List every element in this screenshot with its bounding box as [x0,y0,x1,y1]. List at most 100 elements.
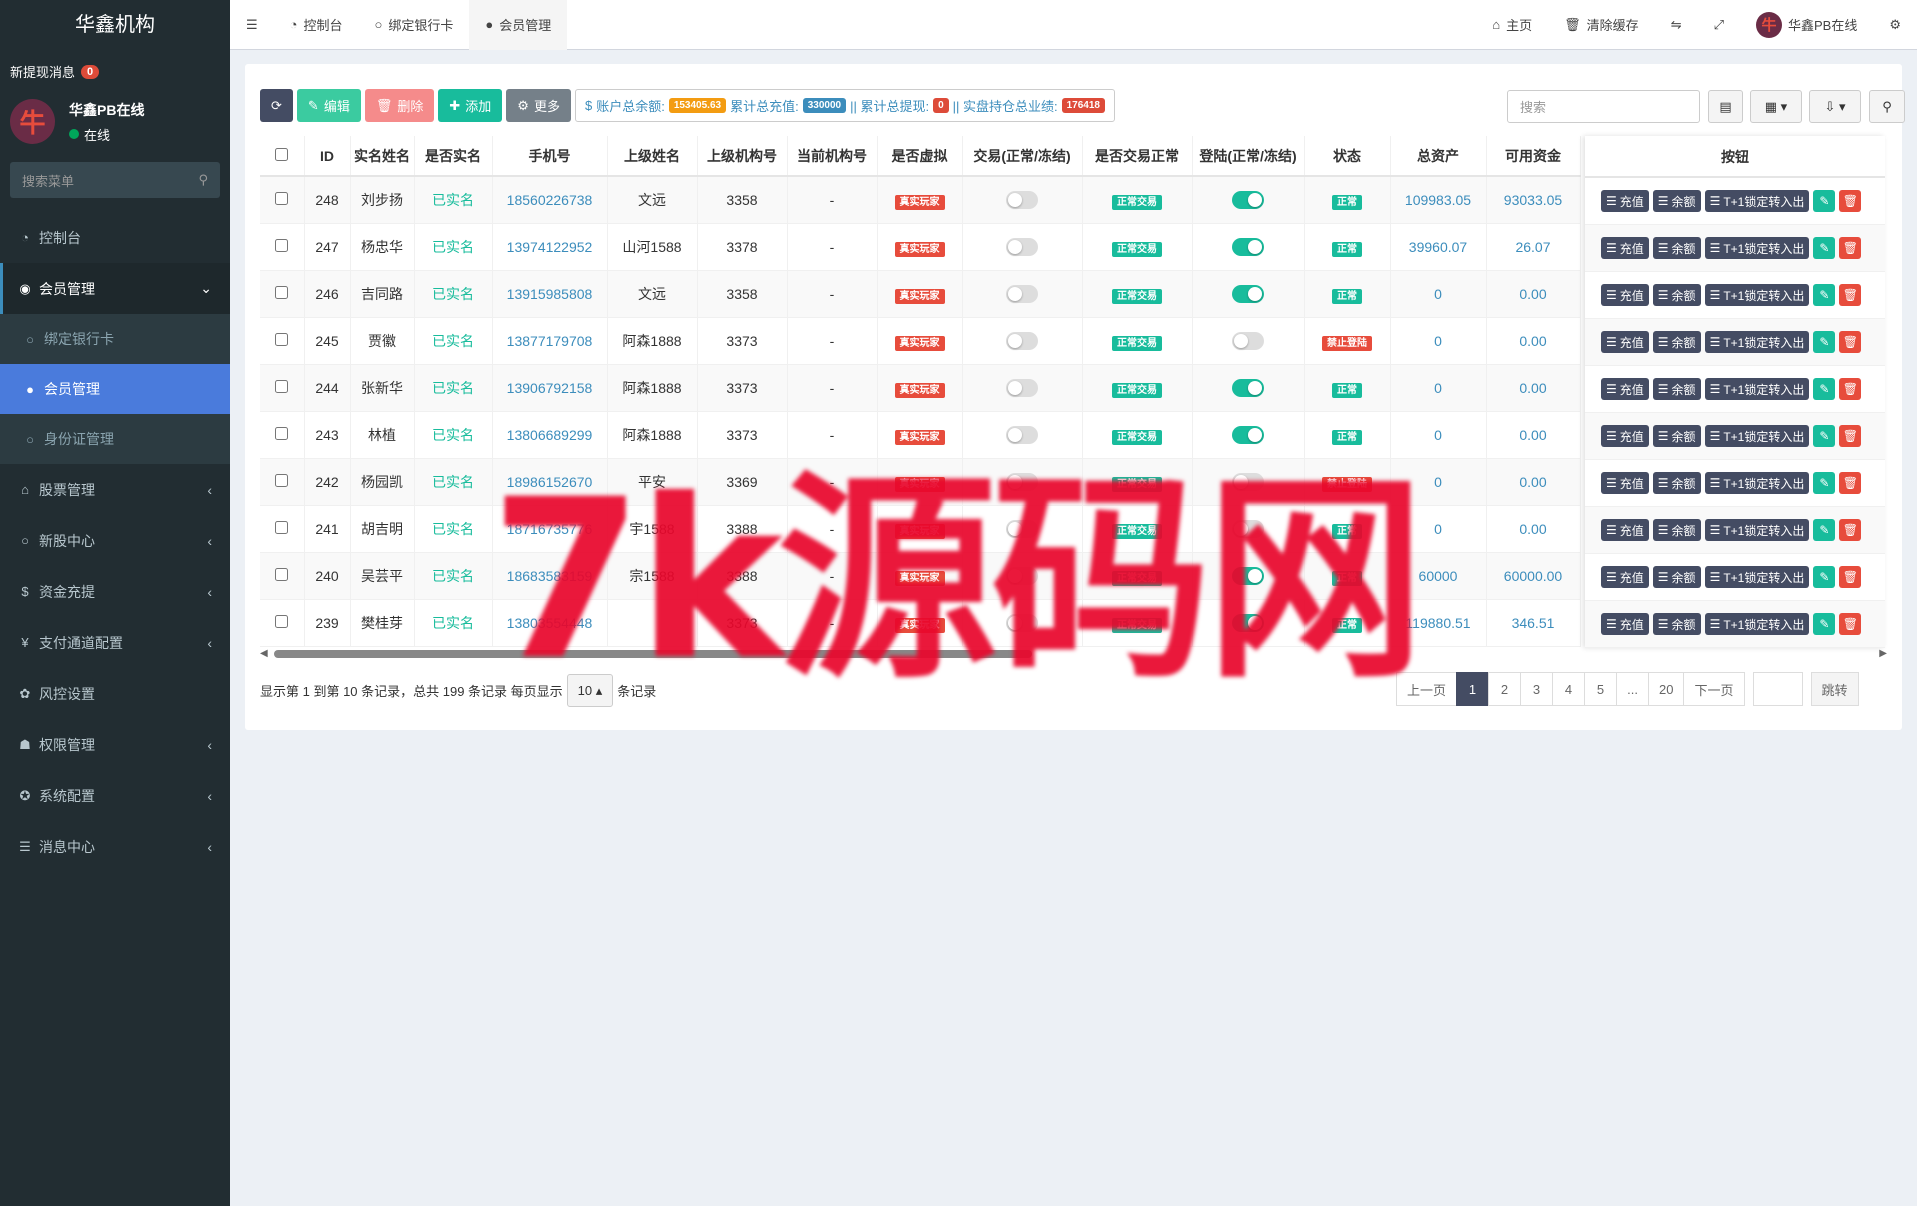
cell-phone[interactable]: 13974122952 [492,223,608,271]
table-row[interactable]: 245 贾徽 已实名 13877179708 阿森1888 3373- 真实玩家 正常交易 禁止… [260,317,1581,365]
row-delete-button[interactable]: 🗑 [1839,237,1862,259]
login-toggle[interactable] [1232,472,1264,491]
row-delete-button[interactable]: 🗑 [1839,519,1862,541]
login-toggle[interactable] [1232,378,1264,397]
page-button[interactable]: 4 [1552,672,1586,706]
row-delete-button[interactable]: 🗑 [1839,190,1862,212]
cell-phone[interactable]: 18683583159 [492,552,608,600]
sidebar-item-messages[interactable]: ☰ 消息中心 ‹ [0,821,230,872]
login-toggle[interactable] [1232,284,1264,303]
sidebar-item-member-mgmt[interactable]: ◉ 会员管理 ⌄ [0,263,230,314]
trade-toggle[interactable] [1006,284,1038,303]
row-edit-button[interactable]: ✎ [1813,190,1836,212]
scroll-left-icon[interactable]: ◀ [260,648,268,659]
cell-phone[interactable]: 18986152670 [492,458,608,506]
trade-toggle[interactable] [1006,425,1038,444]
row-edit-button[interactable]: ✎ [1813,331,1836,353]
recharge-button[interactable]: ☰ 充值 [1601,284,1649,306]
balance-button[interactable]: ☰ 余额 [1652,237,1701,259]
row-checkbox[interactable] [275,614,289,628]
page-button[interactable]: 3 [1520,672,1554,706]
table-row[interactable]: 239 樊桂芽 已实名 13803554448 3373- 真实玩家 正常交易 正常 11988… [260,599,1581,647]
col-header[interactable]: ID [304,136,351,177]
recharge-button[interactable]: ☰ 充值 [1601,519,1649,541]
t1-lock-button[interactable]: ☰ T+1锁定转入出 [1704,519,1810,541]
recharge-button[interactable]: ☰ 充值 [1601,425,1649,447]
export-button[interactable]: ⇩ ▾ [1809,90,1861,123]
t1-lock-button[interactable]: ☰ T+1锁定转入出 [1704,284,1810,306]
page-size-select[interactable]: 10 ▴ [566,674,614,707]
login-toggle[interactable] [1232,331,1264,350]
table-row[interactable]: 240 吴芸平 已实名 18683583159 宗1588 3388- 真实玩家 正常交易 正常… [260,552,1581,600]
sidebar-item-ipo[interactable]: ○ 新股中心 ‹ [0,515,230,566]
page-button[interactable]: 20 [1648,672,1685,706]
login-toggle[interactable] [1232,566,1264,585]
sidebar-item-members[interactable]: ● 会员管理 [0,364,230,414]
cell-phone[interactable]: 13806689299 [492,411,608,459]
row-checkbox[interactable] [275,520,289,534]
sidebar-item-risk[interactable]: ✿ 风控设置 [0,668,230,719]
row-edit-button[interactable]: ✎ [1813,284,1836,306]
cell-phone[interactable]: 18716735776 [492,505,608,553]
row-edit-button[interactable]: ✎ [1813,472,1836,494]
brand-logo[interactable]: 华鑫机构 [0,0,230,50]
login-toggle[interactable] [1232,425,1264,444]
t1-lock-button[interactable]: ☰ T+1锁定转入出 [1704,237,1810,259]
table-search-input[interactable]: 搜索 [1507,90,1700,123]
language-button[interactable]: ⇋ [1655,0,1698,50]
login-toggle[interactable] [1232,190,1264,209]
user-menu[interactable]: 牛华鑫PB在线 [1740,0,1873,50]
balance-button[interactable]: ☰ 余额 [1652,331,1701,353]
more-button[interactable]: ⚙ 更多 [506,89,571,122]
table-row[interactable]: 241 胡吉明 已实名 18716735776 宇1588 3388- 真实玩家 正常交易 正常… [260,505,1581,553]
t1-lock-button[interactable]: ☰ T+1锁定转入出 [1704,472,1810,494]
balance-button[interactable]: ☰ 余额 [1652,284,1701,306]
jump-page-input[interactable] [1752,672,1803,706]
row-edit-button[interactable]: ✎ [1813,378,1836,400]
row-edit-button[interactable]: ✎ [1813,237,1836,259]
row-delete-button[interactable]: 🗑 [1839,472,1862,494]
balance-button[interactable]: ☰ 余额 [1652,566,1701,588]
row-checkbox[interactable] [275,285,289,299]
sidebar-item-id-card[interactable]: ○ 身份证管理 [0,414,230,464]
login-toggle[interactable] [1232,613,1264,632]
cell-phone[interactable]: 13915985808 [492,270,608,318]
row-checkbox[interactable] [275,238,289,252]
search-button[interactable]: ⚲ [1869,90,1905,123]
balance-button[interactable]: ☰ 余额 [1652,519,1701,541]
row-edit-button[interactable]: ✎ [1813,613,1836,635]
trade-toggle[interactable] [1006,378,1038,397]
recharge-button[interactable]: ☰ 充值 [1601,472,1649,494]
balance-button[interactable]: ☰ 余额 [1652,378,1701,400]
row-delete-button[interactable]: 🗑 [1839,613,1862,635]
sidebar-item-payment[interactable]: ¥ 支付通道配置 ‹ [0,617,230,668]
cell-phone[interactable]: 13803554448 [492,599,608,647]
table-row[interactable]: 247 杨忠华 已实名 13974122952 山河1588 3378- 真实玩家 正常交易 正… [260,223,1581,271]
tab-members[interactable]: ● 会员管理 [469,0,568,50]
next-page-button[interactable]: 下一页 [1683,672,1745,706]
row-delete-button[interactable]: 🗑 [1839,425,1862,447]
fullscreen-button[interactable]: ⤢ [1698,0,1740,50]
table-row[interactable]: 243 林植 已实名 13806689299 阿森1888 3373- 真实玩家 正常交易 正常… [260,411,1581,459]
trade-toggle[interactable] [1006,566,1038,585]
tab-dashboard[interactable]: ◔ 控制台 [274,0,359,50]
edit-button[interactable]: ✎ 编辑 [296,89,361,122]
trade-toggle[interactable] [1006,190,1038,209]
t1-lock-button[interactable]: ☰ T+1锁定转入出 [1704,613,1810,635]
horizontal-scrollbar[interactable]: ◀ ▶ [260,648,1887,659]
jump-button[interactable]: 跳转 [1810,672,1859,706]
sidebar-item-system[interactable]: ✪ 系统配置 ‹ [0,770,230,821]
row-delete-button[interactable]: 🗑 [1839,331,1862,353]
recharge-button[interactable]: ☰ 充值 [1601,378,1649,400]
row-checkbox[interactable] [275,473,289,487]
row-edit-button[interactable]: ✎ [1813,519,1836,541]
table-row[interactable]: 246 吉同路 已实名 13915985808 文远 3358- 真实玩家 正常交易 正常 0 0.… [260,270,1581,318]
columns-button[interactable]: ▦ ▾ [1750,90,1802,123]
settings-button[interactable]: ⚙ [1873,0,1917,50]
sidebar-item-funds[interactable]: $ 资金充提 ‹ [0,566,230,617]
table-row[interactable]: 248 刘步扬 已实名 18560226738 文远 3358- 真实玩家 正常交易 正常 109… [260,176,1581,224]
row-checkbox[interactable] [275,379,289,393]
page-button[interactable]: 1 [1456,672,1490,706]
toggle-view-button[interactable]: ▤ [1708,90,1743,123]
row-checkbox[interactable] [275,332,289,346]
